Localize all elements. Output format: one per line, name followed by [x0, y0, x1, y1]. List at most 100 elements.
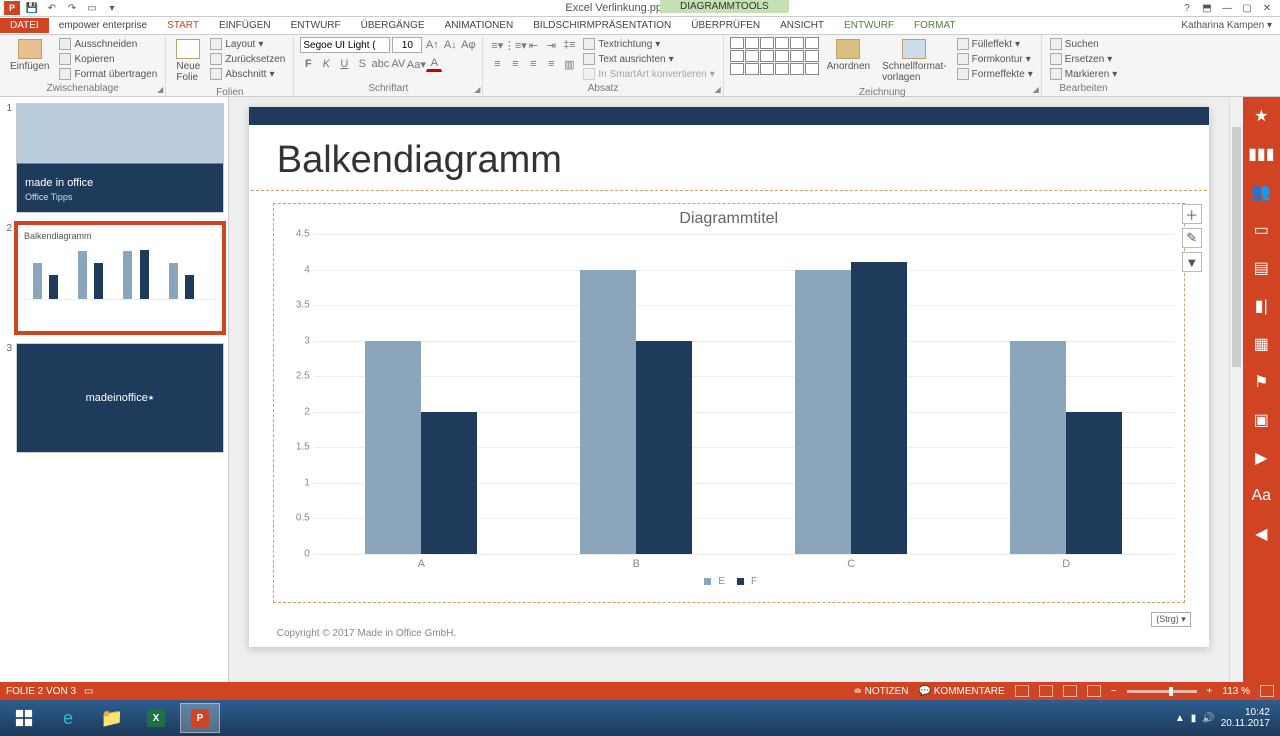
paste-options-tag[interactable]: (Strg) ▾ — [1151, 612, 1191, 627]
italic-icon[interactable]: K — [318, 56, 334, 72]
chart-icon[interactable]: ▮| — [1250, 295, 1272, 317]
save-icon[interactable]: 💾 — [24, 1, 40, 15]
library-icon[interactable]: ▮▮▮ — [1250, 143, 1272, 165]
find-button[interactable]: Suchen — [1048, 37, 1120, 51]
zoom-out-button[interactable]: − — [1111, 686, 1117, 697]
layout-icon[interactable]: ▤ — [1250, 257, 1272, 279]
zoom-in-button[interactable]: + — [1207, 686, 1213, 697]
align-right-icon[interactable]: ≡ — [525, 56, 541, 72]
chart-object[interactable]: Diagrammtitel 00.511.522.533.544.5 ABCD … — [273, 203, 1185, 603]
format-painter-button[interactable]: Format übertragen — [57, 67, 159, 81]
notes-button[interactable]: ≐ NOTIZEN — [853, 686, 908, 697]
shadow-icon[interactable]: abc — [372, 56, 388, 72]
columns-icon[interactable]: ▥ — [561, 56, 577, 72]
tab-review[interactable]: ÜBERPRÜFEN — [681, 18, 770, 33]
dialog-launcher-icon[interactable]: ◢ — [1033, 85, 1039, 94]
people-icon[interactable]: 👥 — [1250, 181, 1272, 203]
expand-icon[interactable]: ◀ — [1250, 523, 1272, 545]
star-icon[interactable]: ★ — [1250, 105, 1272, 127]
tab-design[interactable]: ENTWURF — [281, 18, 351, 33]
vertical-scrollbar[interactable] — [1229, 97, 1243, 682]
tab-slideshow[interactable]: BILDSCHIRMPRÄSENTATION — [523, 18, 681, 33]
arrange-button[interactable]: Anordnen — [823, 37, 874, 74]
shape-outline-button[interactable]: Formkontur▾ — [955, 52, 1035, 66]
normal-view-icon[interactable] — [1015, 685, 1029, 697]
shape-effects-button[interactable]: Formeffekte▾ — [955, 67, 1035, 81]
decrease-indent-icon[interactable]: ⇤ — [525, 37, 541, 53]
fit-to-window-icon[interactable] — [1260, 685, 1274, 697]
ribbon-display-icon[interactable]: ⬒ — [1198, 1, 1216, 15]
align-text-button[interactable]: Text ausrichten▾ — [581, 52, 716, 66]
reading-view-icon[interactable] — [1063, 685, 1077, 697]
table-icon[interactable]: ▦ — [1250, 333, 1272, 355]
change-case-icon[interactable]: Aa▾ — [408, 56, 424, 72]
flag-icon[interactable]: ⚑ — [1250, 371, 1272, 393]
comments-button[interactable]: 💬 KOMMENTARE — [919, 686, 1005, 697]
tray-network-icon[interactable]: ▮ — [1191, 713, 1197, 724]
dialog-launcher-icon[interactable]: ◢ — [474, 85, 480, 94]
text-direction-button[interactable]: Textrichtung▾ — [581, 37, 716, 51]
quick-styles-button[interactable]: Schnellformat- vorlagen — [878, 37, 950, 85]
tab-empower[interactable]: empower enterprise — [49, 18, 157, 33]
sorter-view-icon[interactable] — [1039, 685, 1053, 697]
slide-icon[interactable]: ▭ — [1250, 219, 1272, 241]
spelling-icon[interactable]: ▭ — [84, 686, 93, 697]
taskbar-excel[interactable]: X — [136, 703, 176, 733]
reset-button[interactable]: Zurücksetzen — [208, 52, 287, 66]
slide-thumbnail-panel[interactable]: 1 made in office Office Tipps 2 Balkendi… — [0, 97, 229, 682]
chart-plot-area[interactable]: 00.511.522.533.544.5 — [314, 234, 1174, 554]
strikethrough-icon[interactable]: S — [354, 56, 370, 72]
tab-insert[interactable]: EINFÜGEN — [209, 18, 281, 33]
character-spacing-icon[interactable]: AV — [390, 56, 406, 72]
shape-fill-button[interactable]: Fülleffekt▾ — [955, 37, 1035, 51]
line-spacing-icon[interactable]: ‡≡ — [561, 37, 577, 53]
tab-file[interactable]: DATEI — [0, 18, 49, 33]
help-icon[interactable]: ? — [1178, 1, 1196, 15]
align-center-icon[interactable]: ≡ — [507, 56, 523, 72]
image-icon[interactable]: ▣ — [1250, 409, 1272, 431]
zoom-slider[interactable] — [1127, 690, 1197, 693]
minimize-button[interactable]: ― — [1218, 1, 1236, 15]
underline-icon[interactable]: U — [336, 56, 352, 72]
tray-sound-icon[interactable]: 🔊 — [1202, 713, 1214, 724]
tray-up-icon[interactable]: ▲ — [1175, 713, 1185, 724]
current-slide[interactable]: Balkendiagramm Diagrammtitel 00.511.522.… — [249, 107, 1209, 647]
chart-title[interactable]: Diagrammtitel — [284, 210, 1174, 228]
tray-clock[interactable]: 10:42 20.11.2017 — [1221, 707, 1270, 729]
cut-button[interactable]: Ausschneiden — [57, 37, 159, 51]
play-icon[interactable]: ▶ — [1250, 447, 1272, 469]
tab-transitions[interactable]: ÜBERGÄNGE — [351, 18, 435, 33]
tab-ctx-design[interactable]: ENTWURF — [834, 18, 904, 33]
maximize-button[interactable]: ▢ — [1238, 1, 1256, 15]
select-button[interactable]: Markieren▾ — [1048, 67, 1120, 81]
copy-button[interactable]: Kopieren — [57, 52, 159, 66]
tab-view[interactable]: ANSICHT — [770, 18, 834, 33]
replace-button[interactable]: Ersetzen▾ — [1048, 52, 1120, 66]
layout-button[interactable]: Layout▾ — [208, 37, 287, 51]
start-from-beginning-icon[interactable]: ▭ — [84, 1, 100, 15]
tab-animations[interactable]: ANIMATIONEN — [435, 18, 524, 33]
slideshow-view-icon[interactable] — [1087, 685, 1101, 697]
tab-ctx-format[interactable]: FORMAT — [904, 18, 965, 33]
qat-dropdown-icon[interactable]: ▾ — [104, 1, 120, 15]
bold-icon[interactable]: F — [300, 56, 316, 72]
convert-smartart-button[interactable]: In SmartArt konvertieren▾ — [581, 67, 716, 81]
chart-elements-button[interactable]: ＋ — [1182, 204, 1202, 224]
font-color-icon[interactable]: A — [426, 56, 442, 72]
numbering-icon[interactable]: ⋮≡▾ — [507, 37, 523, 53]
tab-start[interactable]: START — [157, 18, 209, 33]
font-name-input[interactable] — [300, 37, 390, 53]
decrease-font-icon[interactable]: A↓ — [442, 37, 458, 53]
slide-canvas-area[interactable]: Balkendiagramm Diagrammtitel 00.511.522.… — [229, 97, 1229, 682]
dialog-launcher-icon[interactable]: ◢ — [715, 85, 721, 94]
justify-icon[interactable]: ≡ — [543, 56, 559, 72]
font-size-input[interactable] — [392, 37, 422, 53]
slide-thumb-1[interactable]: 1 made in office Office Tipps — [4, 103, 224, 213]
chart-filters-button[interactable]: ▼ — [1182, 252, 1202, 272]
increase-indent-icon[interactable]: ⇥ — [543, 37, 559, 53]
align-left-icon[interactable]: ≡ — [489, 56, 505, 72]
shapes-gallery[interactable] — [730, 37, 819, 75]
new-slide-button[interactable]: Neue Folie — [172, 37, 204, 85]
chart-styles-button[interactable]: ✎ — [1182, 228, 1202, 248]
increase-font-icon[interactable]: A↑ — [424, 37, 440, 53]
